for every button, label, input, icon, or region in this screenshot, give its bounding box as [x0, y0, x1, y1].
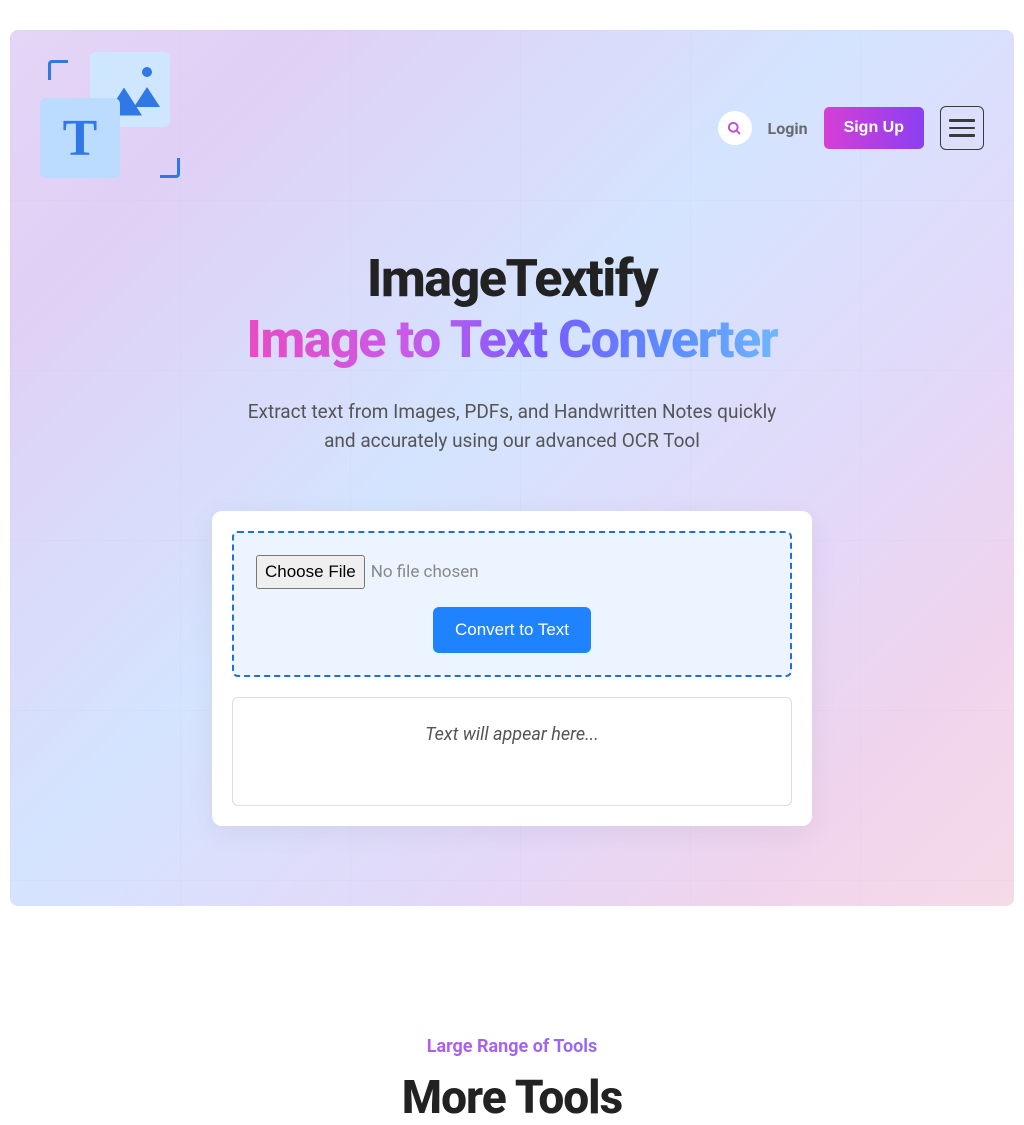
signup-button[interactable]: Sign Up	[824, 107, 924, 149]
login-link[interactable]: Login	[768, 119, 808, 138]
more-tools-section: Large Range of Tools More Tools	[10, 906, 1014, 1125]
menu-button[interactable]	[940, 106, 984, 150]
hero-title-main: ImageTextify	[50, 248, 974, 309]
more-tools-title: More Tools	[10, 1071, 1014, 1125]
convert-button[interactable]: Convert to Text	[433, 607, 591, 653]
hamburger-icon	[949, 127, 975, 130]
logo-corner-icon	[48, 60, 68, 80]
file-status-text: No file chosen	[371, 562, 479, 582]
logo-corner-icon	[160, 158, 180, 178]
converter-card: Choose File No file chosen Convert to Te…	[212, 511, 812, 826]
nav-right: Login Sign Up	[718, 106, 984, 150]
logo[interactable]: T	[40, 48, 200, 208]
site-header: T Login Sign Up	[10, 30, 1014, 208]
page-root: T Login Sign Up	[0, 0, 1024, 1024]
hero-content: ImageTextify Image to Text Converter Ext…	[10, 208, 1014, 826]
hero-subtitle: Extract text from Images, PDFs, and Hand…	[232, 398, 792, 455]
hero-title-sub: Image to Text Converter	[246, 309, 777, 370]
file-dropzone[interactable]: Choose File No file chosen Convert to Te…	[232, 531, 792, 677]
choose-file-button[interactable]: Choose File	[256, 555, 365, 589]
file-input-row: Choose File No file chosen	[256, 555, 768, 589]
search-icon	[727, 121, 742, 136]
hamburger-icon	[949, 119, 975, 122]
hamburger-icon	[949, 134, 975, 137]
more-tools-subtitle: Large Range of Tools	[10, 1036, 1014, 1057]
search-button[interactable]	[718, 111, 752, 145]
output-text-box: Text will appear here...	[232, 697, 792, 806]
hero-section: T Login Sign Up	[10, 30, 1014, 906]
logo-text-tile: T	[40, 98, 120, 178]
logo-letter-icon: T	[63, 109, 98, 168]
